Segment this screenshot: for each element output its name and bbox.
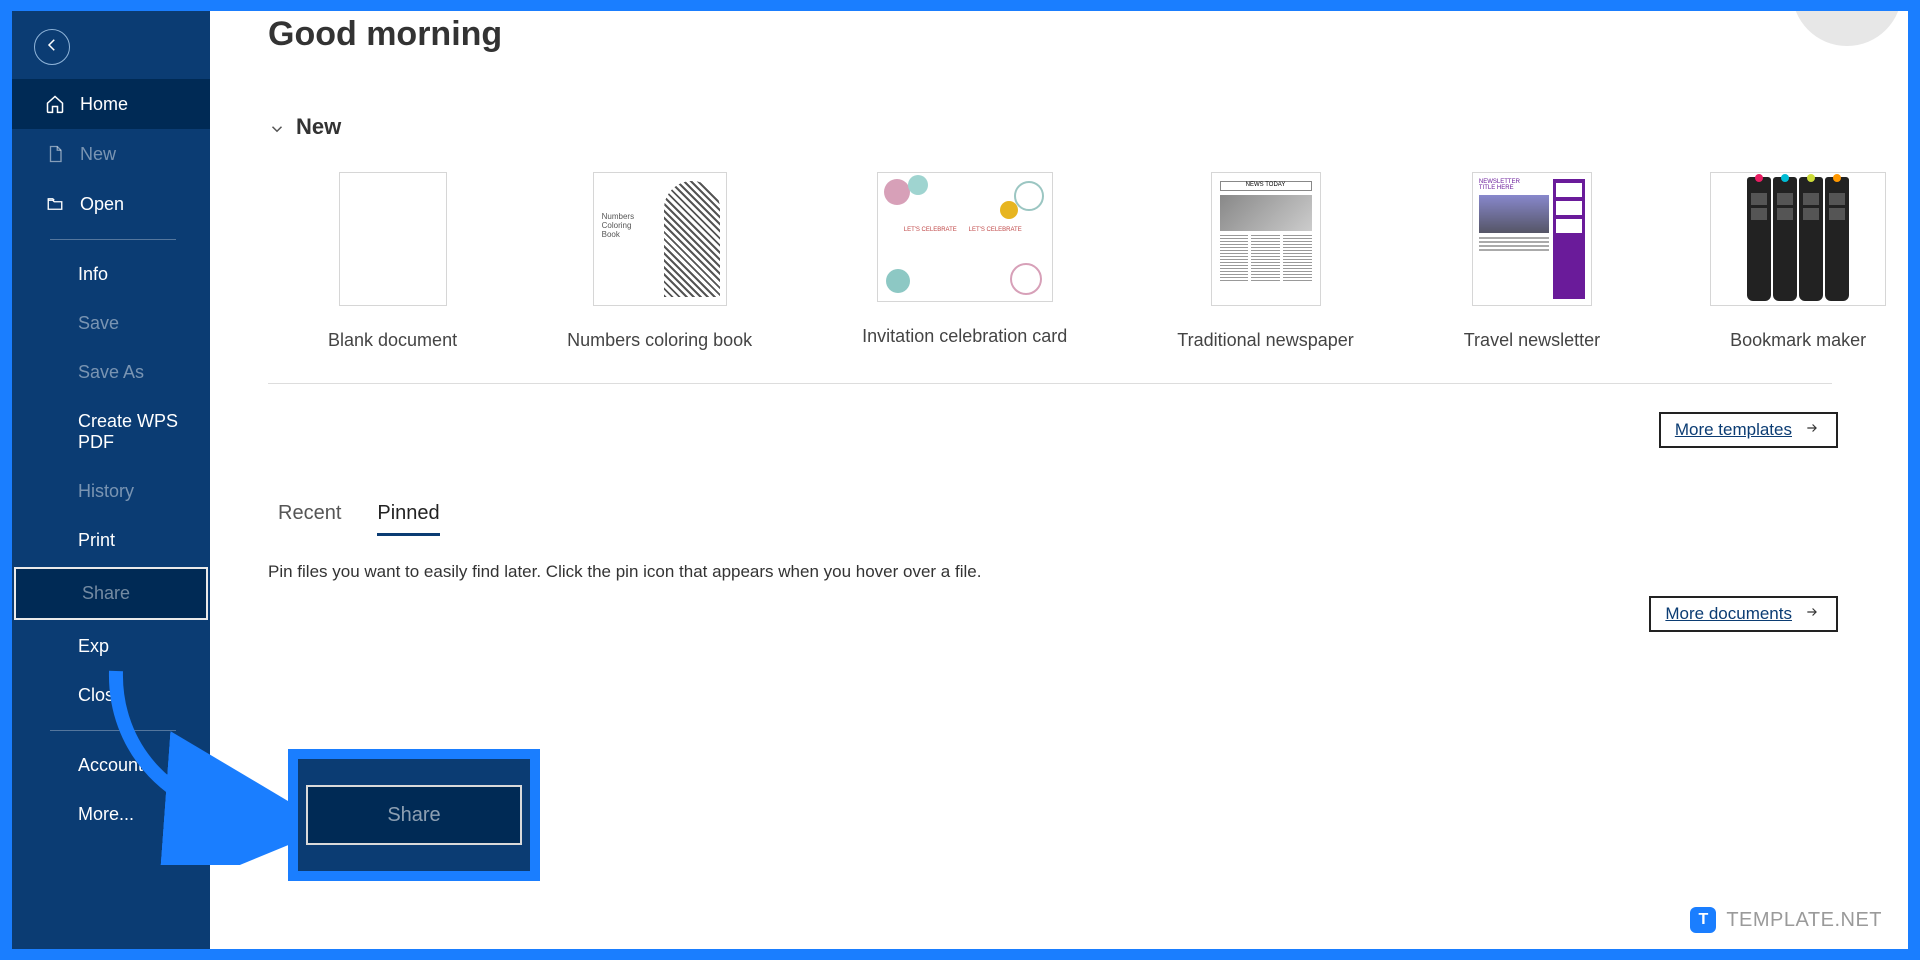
sidebar-item-label: Open (80, 194, 124, 215)
template-invitation-card[interactable]: LET'S CELEBRATE LET'S CELEBRATE Invitati… (862, 172, 1067, 351)
folder-open-icon (44, 193, 66, 215)
sidebar-item-label: Save (78, 313, 119, 334)
sidebar-item-more[interactable]: More... (12, 790, 210, 839)
sidebar-item-share[interactable]: Share (16, 569, 206, 618)
home-icon (44, 93, 66, 115)
arrow-left-icon (43, 36, 61, 59)
sidebar-item-share-highlight: Share (14, 567, 208, 620)
template-thumbnail: NEWSLETTERTITLE HERE (1472, 172, 1592, 306)
sidebar-item-save-as[interactable]: Save As (12, 348, 210, 397)
file-icon (44, 143, 66, 165)
template-thumbnail: NEWS TODAY (1211, 172, 1321, 306)
template-thumbnail (1710, 172, 1886, 306)
sidebar-item-account[interactable]: Account (12, 741, 210, 790)
template-numbers-coloring-book[interactable]: NumbersColoringBook Numbers coloring boo… (567, 172, 752, 351)
more-documents-label: More documents (1665, 604, 1792, 624)
sidebar-item-history[interactable]: History (12, 467, 210, 516)
share-callout: Share (288, 749, 540, 881)
share-callout-button[interactable]: Share (306, 785, 522, 845)
sidebar-item-label: More... (78, 804, 134, 825)
new-section-label: New (296, 114, 341, 140)
sidebar-item-label: New (80, 144, 116, 165)
sidebar-item-label: Share (82, 583, 130, 604)
sidebar-item-label: History (78, 481, 134, 502)
tab-pinned[interactable]: Pinned (377, 502, 439, 536)
section-divider (268, 383, 1832, 384)
template-label: Invitation celebration card (862, 326, 1067, 347)
template-bookmark-maker[interactable]: Bookmark maker (1710, 172, 1886, 351)
sidebar-item-label: Info (78, 264, 108, 285)
sidebar-divider (50, 730, 176, 731)
more-documents-link[interactable]: More documents (1649, 596, 1838, 632)
template-thumbnail: NumbersColoringBook (593, 172, 727, 306)
template-travel-newsletter[interactable]: NEWSLETTERTITLE HERE Travel newsletter (1464, 172, 1600, 351)
sidebar-item-label: Exp (78, 636, 109, 657)
sidebar-item-label: Create WPS PDF (78, 411, 186, 453)
sidebar-item-label: Account (78, 755, 143, 776)
arrow-right-icon (1802, 420, 1822, 440)
template-thumbnail (339, 172, 447, 306)
new-section-toggle[interactable]: New (268, 114, 1868, 140)
file-menu-sidebar: Home New Open Info Save Save As Create W… (12, 11, 210, 949)
template-blank-document[interactable]: Blank document (328, 172, 457, 351)
sidebar-item-label: Home (80, 94, 128, 115)
arrow-right-icon (1802, 604, 1822, 624)
sidebar-item-open[interactable]: Open (12, 179, 210, 229)
documents-tabs: Recent Pinned (268, 502, 1868, 536)
brand-text: TEMPLATE.NET (1726, 909, 1882, 932)
sidebar-divider (50, 239, 176, 240)
tab-label: Recent (278, 502, 341, 524)
share-callout-label: Share (387, 804, 440, 827)
brand-badge-icon: T (1690, 907, 1716, 933)
chevron-down-icon (268, 118, 286, 136)
template-label: Bookmark maker (1730, 330, 1866, 351)
sidebar-item-label: Print (78, 530, 115, 551)
back-button[interactable] (34, 29, 70, 65)
tab-label: Pinned (377, 502, 439, 524)
app-frame: Home New Open Info Save Save As Create W… (12, 11, 1908, 949)
templates-row: Blank document NumbersColoringBook Numbe… (268, 172, 1868, 351)
sidebar-item-label: Save As (78, 362, 144, 383)
branding-watermark: T TEMPLATE.NET (1690, 907, 1882, 933)
sidebar-item-home[interactable]: Home (12, 79, 210, 129)
tab-recent[interactable]: Recent (278, 502, 341, 536)
template-thumbnail: LET'S CELEBRATE LET'S CELEBRATE (877, 172, 1053, 302)
sidebar-item-new[interactable]: New (12, 129, 210, 179)
sidebar-item-save[interactable]: Save (12, 299, 210, 348)
sidebar-item-label: Close (78, 685, 124, 706)
sidebar-item-export[interactable]: Exp (12, 622, 210, 671)
pinned-help-text: Pin files you want to easily find later.… (268, 562, 1868, 582)
template-label: Numbers coloring book (567, 330, 752, 351)
more-templates-label: More templates (1675, 420, 1792, 440)
greeting-title: Good morning (268, 15, 1868, 54)
sidebar-item-print[interactable]: Print (12, 516, 210, 565)
template-label: Travel newsletter (1464, 330, 1600, 351)
sidebar-item-info[interactable]: Info (12, 250, 210, 299)
sidebar-item-create-wps-pdf[interactable]: Create WPS PDF (12, 397, 210, 467)
template-label: Blank document (328, 330, 457, 351)
template-label: Traditional newspaper (1177, 330, 1353, 351)
more-templates-link[interactable]: More templates (1659, 412, 1838, 448)
template-traditional-newspaper[interactable]: NEWS TODAY Traditional newspaper (1177, 172, 1353, 351)
sidebar-item-close[interactable]: Close (12, 671, 210, 720)
